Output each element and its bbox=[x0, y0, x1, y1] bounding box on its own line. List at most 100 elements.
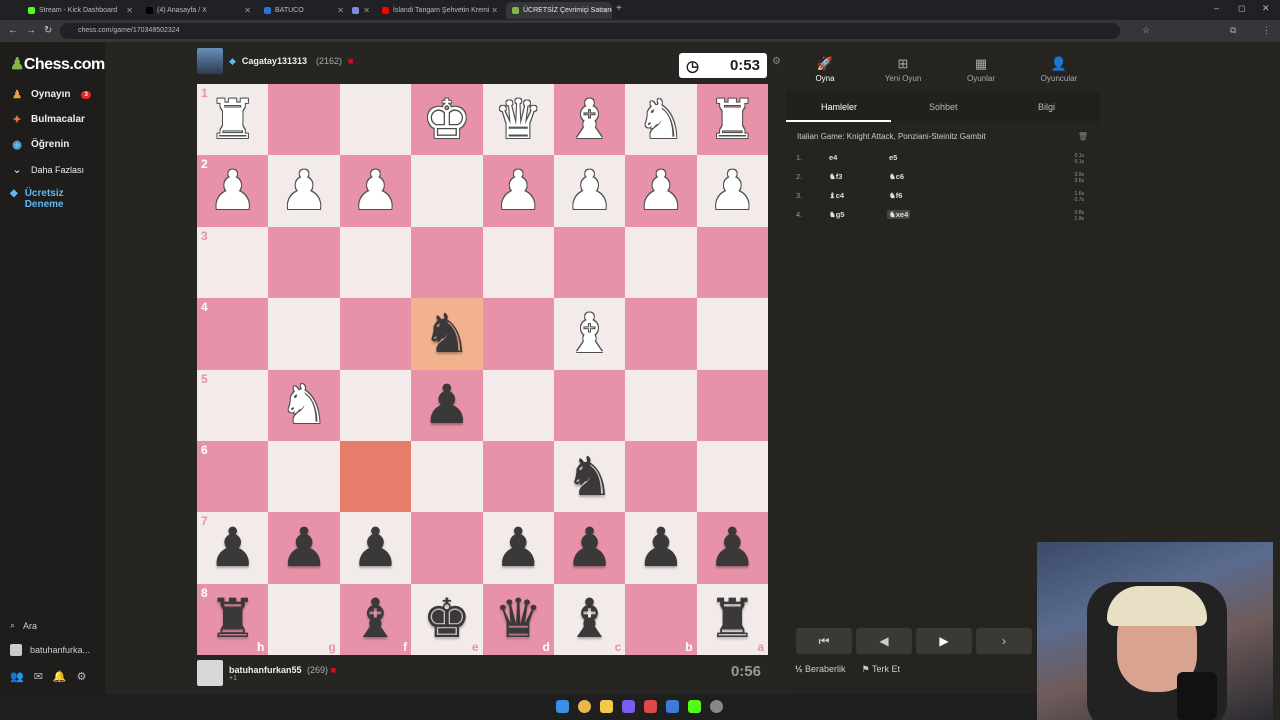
board-square[interactable] bbox=[696, 369, 768, 441]
white-bishop-piece[interactable]: ♝ bbox=[565, 306, 613, 361]
board-square[interactable] bbox=[339, 440, 412, 513]
sidebar-search[interactable]: ⌕ Ara bbox=[10, 620, 37, 631]
board-square[interactable] bbox=[482, 440, 554, 513]
board-square[interactable]: e ♚ bbox=[411, 583, 483, 655]
board-square[interactable]: 7 ♟ bbox=[197, 512, 269, 584]
black-pawn-piece[interactable]: ♟ bbox=[637, 520, 685, 575]
last-move-button[interactable]: › bbox=[976, 628, 1032, 654]
board-square[interactable]: ♟ bbox=[625, 155, 697, 227]
board-square[interactable]: 4 bbox=[197, 298, 269, 370]
black-pawn-piece[interactable]: ♟ bbox=[351, 520, 399, 575]
free-trial-link[interactable]: ◆ Ücretsiz Deneme bbox=[10, 188, 64, 210]
board-square[interactable] bbox=[411, 226, 483, 299]
kick-icon[interactable] bbox=[688, 700, 701, 713]
white-pawn-piece[interactable]: ♟ bbox=[565, 164, 613, 218]
extensions-icon[interactable]: ⧉ bbox=[1230, 25, 1236, 36]
discord-icon[interactable] bbox=[622, 700, 635, 713]
board-square[interactable]: ♟ bbox=[482, 512, 554, 584]
browser-tab[interactable]: ✕ bbox=[346, 2, 374, 19]
app-icon[interactable] bbox=[644, 700, 657, 713]
close-tab-icon[interactable]: ✕ bbox=[244, 6, 251, 15]
board-square[interactable] bbox=[482, 369, 554, 441]
board-square[interactable]: ♜ bbox=[696, 84, 768, 156]
black-pawn-piece[interactable]: ♟ bbox=[280, 520, 328, 575]
white-pawn-piece[interactable]: ♟ bbox=[280, 164, 328, 218]
board-square[interactable]: 3 bbox=[197, 226, 269, 299]
sidebar-user[interactable]: batuhanfurka... bbox=[10, 644, 90, 656]
trash-icon[interactable]: 🗑 bbox=[1078, 132, 1088, 141]
board-square[interactable] bbox=[268, 226, 340, 299]
browser-tab[interactable]: ÜCRETSİZ Çevrimiçi Satranç ✕ bbox=[506, 2, 612, 19]
close-window-icon[interactable]: ✕ bbox=[1262, 3, 1270, 14]
first-move-button[interactable]: ⏮ bbox=[796, 628, 852, 654]
board-square[interactable] bbox=[553, 226, 626, 299]
board-square[interactable]: ♞ bbox=[411, 298, 483, 370]
board-square[interactable] bbox=[625, 440, 697, 513]
black-king-piece[interactable]: ♚ bbox=[423, 592, 471, 646]
maximize-icon[interactable]: ◻ bbox=[1238, 3, 1245, 14]
white-pawn-piece[interactable]: ♟ bbox=[708, 164, 756, 218]
player-avatar[interactable] bbox=[197, 660, 223, 686]
white-knight-piece[interactable]: ♞ bbox=[280, 378, 328, 432]
board-square[interactable]: f ♝ bbox=[339, 583, 412, 655]
opponent-name[interactable]: Cagatay131313 bbox=[242, 56, 307, 66]
black-pawn-piece[interactable]: ♟ bbox=[423, 378, 471, 432]
bell-icon[interactable]: 🔔 bbox=[53, 670, 67, 683]
board-square[interactable] bbox=[696, 298, 768, 370]
black-rook-piece[interactable]: ♜ bbox=[708, 592, 756, 646]
board-square[interactable]: ♚ bbox=[411, 84, 483, 156]
friends-icon[interactable]: 👥 bbox=[10, 670, 24, 683]
board-square[interactable] bbox=[696, 440, 768, 513]
player-name[interactable]: batuhanfurkan55 bbox=[229, 665, 302, 675]
white-bishop-piece[interactable]: ♝ bbox=[565, 92, 613, 147]
board-square[interactable]: ♛ bbox=[482, 84, 554, 156]
board-square[interactable]: ♟ bbox=[339, 155, 412, 227]
black-bishop-piece[interactable]: ♝ bbox=[565, 592, 613, 646]
draw-button[interactable]: ½ Beraberlik bbox=[795, 664, 846, 675]
black-knight-piece[interactable]: ♞ bbox=[565, 449, 613, 504]
back-icon[interactable]: ← bbox=[8, 25, 18, 36]
board-square[interactable]: a ♜ bbox=[696, 583, 768, 655]
board-square[interactable]: ♟ bbox=[696, 512, 768, 584]
white-move[interactable]: ♞g5 bbox=[829, 210, 844, 219]
black-pawn-piece[interactable]: ♟ bbox=[208, 520, 256, 575]
black-queen-piece[interactable]: ♛ bbox=[494, 592, 542, 646]
minimize-icon[interactable]: – bbox=[1214, 3, 1219, 13]
browser-tab[interactable]: İslandi Tangam Şehvetin Kremi ✕ bbox=[376, 2, 502, 19]
board-square[interactable]: 6 bbox=[197, 440, 269, 513]
new-tab-button[interactable]: + bbox=[616, 3, 622, 14]
board-square[interactable]: 8 h ♜ bbox=[197, 583, 269, 655]
board-square[interactable] bbox=[482, 226, 554, 299]
board-square[interactable] bbox=[268, 84, 340, 156]
board-square[interactable]: ♝ bbox=[553, 298, 626, 370]
board-square[interactable]: ♞ bbox=[553, 440, 626, 513]
board-square[interactable]: ♟ bbox=[553, 155, 626, 227]
black-bishop-piece[interactable]: ♝ bbox=[351, 592, 399, 646]
messages-icon[interactable]: ✉ bbox=[34, 670, 43, 683]
opening-name[interactable]: Italian Game: Knight Attack, Ponziani-St… bbox=[797, 132, 986, 141]
board-square[interactable] bbox=[339, 226, 412, 299]
black-move[interactable]: e5 bbox=[889, 153, 897, 162]
chrome-icon[interactable] bbox=[578, 700, 591, 713]
tab-chat[interactable]: Sohbet bbox=[929, 102, 958, 112]
close-tab-icon[interactable]: ✕ bbox=[601, 6, 608, 15]
black-move[interactable]: ♞xe4 bbox=[887, 210, 911, 219]
board-square[interactable] bbox=[482, 298, 554, 370]
board-settings-icon[interactable]: ⚙ bbox=[772, 56, 781, 67]
board-square[interactable] bbox=[411, 155, 483, 227]
browser-tab[interactable]: (4) Anasayfa / X ✕ bbox=[140, 2, 255, 19]
board-square[interactable] bbox=[339, 298, 412, 370]
board-square[interactable]: b bbox=[625, 583, 697, 655]
board-square[interactable] bbox=[268, 298, 340, 370]
board-square[interactable] bbox=[339, 369, 412, 441]
board-square[interactable]: ♝ bbox=[553, 84, 626, 156]
board-square[interactable] bbox=[696, 226, 768, 299]
board-square[interactable] bbox=[625, 369, 697, 441]
windows-start-icon[interactable] bbox=[556, 700, 569, 713]
board-square[interactable]: ♟ bbox=[696, 155, 768, 227]
url-input[interactable]: chess.com/game/170348502324 bbox=[60, 23, 1120, 39]
board-square[interactable]: ♟ bbox=[625, 512, 697, 584]
black-pawn-piece[interactable]: ♟ bbox=[494, 520, 542, 575]
black-rook-piece[interactable]: ♜ bbox=[208, 592, 256, 646]
black-move[interactable]: ♞c6 bbox=[889, 172, 904, 181]
